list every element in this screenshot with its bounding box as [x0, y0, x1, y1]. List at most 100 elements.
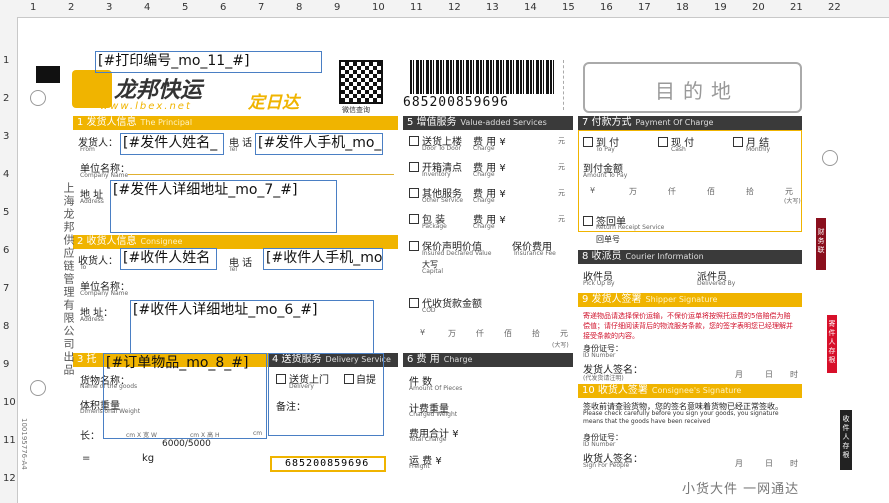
ruler-number: 5: [3, 207, 10, 218]
ruler-number: 10: [372, 2, 385, 13]
consignee-header: 2 收货人信息 Consignee: [73, 235, 398, 249]
section7-header: 7 付款方式 Payment Of Charge: [578, 116, 802, 130]
ruler-number: 20: [752, 2, 765, 13]
payment-option[interactable]: 到 付 To Pay: [583, 134, 653, 156]
payment-checkbox[interactable]: [583, 137, 593, 147]
goods-field[interactable]: [#订单物品_mo_8_#]: [103, 353, 267, 439]
consignee-month: 月: [735, 459, 743, 468]
cod-label-en: COD: [422, 307, 436, 314]
return-receipt-label-en: Return Receipt Service: [596, 224, 665, 231]
payment-units: ¥ 万仟佰拾元: [590, 186, 800, 198]
value-added-checkbox[interactable]: [409, 214, 419, 224]
receiver-phone-label-en: Tel: [229, 266, 238, 273]
fee-label-en: Charge: [473, 223, 495, 230]
section8-header: 8 收派员 Courier Information: [578, 250, 802, 264]
capital-label-en: Capital: [422, 268, 444, 275]
pickup-by-label-en: Pick Up By: [583, 280, 615, 287]
qr-caption: 微信查询: [342, 106, 370, 114]
ruler-number: 2: [68, 2, 75, 13]
currency-unit: 万: [629, 187, 637, 196]
section4-box: [268, 353, 384, 436]
yuan-label: 元: [558, 189, 565, 197]
ruler-number: 6: [220, 2, 227, 13]
payment-checkbox[interactable]: [733, 137, 743, 147]
receiver-address-field[interactable]: [#收件人详细地址_mo_6_#]: [130, 300, 374, 354]
eq-label: =: [82, 453, 91, 464]
length-label: 长：: [80, 431, 100, 442]
currency-unit: 佰: [504, 329, 512, 338]
value-added-checkbox[interactable]: [409, 136, 419, 146]
insured-checkbox[interactable]: [409, 241, 419, 251]
ratio-label: 6000/5000: [162, 439, 211, 449]
ruler-number: 21: [790, 2, 803, 13]
print-number-field[interactable]: [#打印编号_mo_11_#]: [95, 51, 322, 73]
ruler-number: 22: [828, 2, 841, 13]
ruler-number: 16: [600, 2, 613, 13]
section10-header: 10 收货人签署 Consignee's Signature: [578, 384, 802, 398]
value-added-checkbox[interactable]: [409, 162, 419, 172]
ruler-number: 11: [3, 435, 16, 446]
payment-option-label-en: Cash: [671, 146, 686, 153]
currency-unit: 佰: [707, 187, 715, 196]
receiver-name-field[interactable]: [#收件人姓名: [120, 248, 217, 270]
principal-header: 1 发货人信息 The Principal: [73, 116, 398, 130]
ruler-number: 1: [3, 55, 10, 66]
value-added-row: 其他服务 Other Service 费 用 ¥ Charge 元: [403, 185, 573, 209]
cod-amount-label-en: Amount To Pay: [583, 172, 628, 179]
payment-option-label-en: Monthly: [746, 146, 771, 153]
consignee-day: 日: [765, 459, 773, 468]
brand-url: www.lbex.net: [100, 101, 192, 112]
ruler-number: 17: [638, 2, 651, 13]
horizontal-ruler: 1 2 3 4 5 6 7 8 9 10 11 12 13 14 15 16 17 18 19 20 21 22: [0, 0, 889, 18]
barcode-side: [563, 60, 572, 110]
ruler-number: 5: [182, 2, 189, 13]
freight-label-en: Freight: [409, 463, 430, 470]
barcode: [410, 60, 556, 94]
fee-label-en: Charge: [473, 197, 495, 204]
currency-unit: ¥: [590, 186, 596, 195]
payment-checkbox[interactable]: [658, 137, 668, 147]
ruler-number: 18: [676, 2, 689, 13]
pieces-label-en: Amount Of Pieces: [409, 385, 463, 392]
sender-name-field[interactable]: [#发件人姓名_: [120, 133, 224, 155]
consignee-hour: 时: [790, 459, 798, 468]
shipper-id-label-en: ID Number: [583, 352, 616, 359]
payment-option[interactable]: 月 结 Monthly: [733, 134, 803, 156]
currency-unit: 仟: [476, 329, 484, 338]
ruler-number: 12: [3, 473, 16, 484]
sender-address-field[interactable]: [#发件人详细地址_mo_7_#]: [110, 180, 337, 233]
black-marker: [36, 66, 60, 83]
kg-label: kg: [142, 453, 155, 464]
fee-label-en: Charge: [473, 171, 495, 178]
value-added-row: 包 装 Package 费 用 ¥ Charge 元: [403, 211, 573, 235]
section5-header: 5 增值服务 Value-added Services: [403, 116, 573, 130]
ruler-number: 14: [524, 2, 537, 13]
ruler-number: 11: [410, 2, 423, 13]
receiver-label-en: To: [80, 264, 87, 271]
ruler-number: 8: [3, 321, 10, 332]
shipper-day: 日: [765, 370, 773, 379]
return-receipt-checkbox[interactable]: [583, 216, 593, 226]
ruler-number: 2: [3, 93, 10, 104]
value-added-label-en: Package: [422, 223, 447, 230]
payment-units-cap: (大写): [784, 198, 801, 205]
ruler-number: 8: [296, 2, 303, 13]
ruler-number: 12: [448, 2, 461, 13]
destination-label: 目的地: [655, 79, 739, 103]
value-added-checkbox[interactable]: [409, 188, 419, 198]
receipt-number-label: 回单号: [596, 235, 620, 244]
ruler-number: 4: [3, 169, 10, 180]
consignee-sign-label-en: Sign For People: [583, 462, 630, 469]
sender-phone-field[interactable]: [#发件人手机_mo_: [255, 133, 383, 155]
consignee-notice-en: Please check carefully before you sign y…: [583, 410, 779, 425]
ruler-number: 3: [106, 2, 113, 13]
cod-checkbox[interactable]: [409, 298, 419, 308]
currency-unit: 拾: [532, 329, 540, 338]
currency-unit: 仟: [668, 187, 676, 196]
bottom-waybill-number: 685200859696: [285, 458, 370, 469]
ruler-number: 15: [562, 2, 575, 13]
footer-slogan: 小货大件 一网通达: [682, 482, 800, 497]
receiver-phone-field[interactable]: [#收件人手机_mo: [263, 248, 383, 270]
payment-option[interactable]: 现 付 Cash: [658, 134, 728, 156]
section9-header: 9 发货人签署 Shipper Signature: [578, 293, 802, 307]
